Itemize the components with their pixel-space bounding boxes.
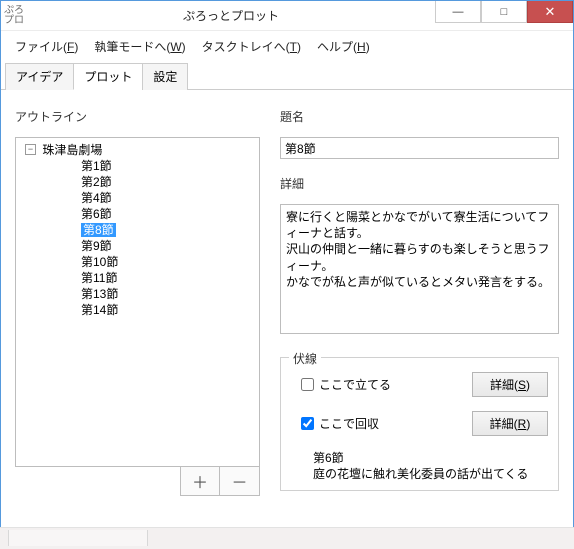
menu-tasktray[interactable]: タスクトレイへ(T) xyxy=(196,35,307,58)
close-button[interactable]: ✕ xyxy=(527,1,573,23)
tree-item[interactable]: 第13節 xyxy=(29,286,258,302)
foreshadow-note-title: 第6節 xyxy=(313,450,548,466)
tab-strip: アイデア プロット 設定 xyxy=(1,62,573,90)
foreshadow-group: 伏線 ここで立てる 詳細(S) ここで回収 詳細(R) 第6節 庭の花壇に触れ美… xyxy=(280,357,559,491)
remove-node-button[interactable]: － xyxy=(220,466,260,496)
tree-item[interactable]: 第6節 xyxy=(29,206,258,222)
tab-plot[interactable]: プロット xyxy=(73,63,143,90)
minimize-button[interactable]: — xyxy=(435,1,481,23)
add-node-button[interactable]: ＋ xyxy=(180,466,220,496)
tree-expander-icon[interactable]: − xyxy=(25,144,36,155)
status-bar xyxy=(0,527,574,549)
detail-textarea[interactable] xyxy=(280,204,559,334)
recover-checkbox-label[interactable]: ここで回収 xyxy=(301,415,379,432)
tree-item[interactable]: 第4節 xyxy=(29,190,258,206)
tree-root-label[interactable]: 珠津島劇場 xyxy=(42,143,102,157)
tree-item[interactable]: 第11節 xyxy=(29,270,258,286)
detail-label: 詳細 xyxy=(280,175,559,192)
tree-item[interactable]: 第1節 xyxy=(29,158,258,174)
tree-item[interactable]: 第10節 xyxy=(29,254,258,270)
tab-settings[interactable]: 設定 xyxy=(142,63,188,90)
menu-write-mode[interactable]: 執筆モードへ(W) xyxy=(88,35,191,58)
tab-idea[interactable]: アイデア xyxy=(5,63,74,90)
plant-detail-button[interactable]: 詳細(S) xyxy=(472,372,548,397)
title-label: 題名 xyxy=(280,108,559,125)
recover-label-text: ここで回収 xyxy=(319,415,379,432)
menu-file[interactable]: ファイル(F) xyxy=(9,35,84,58)
plant-checkbox-label[interactable]: ここで立てる xyxy=(301,376,391,393)
maximize-button[interactable]: □ xyxy=(481,1,527,23)
foreshadow-note-body: 庭の花壇に触れ美化委員の話が出てくる xyxy=(313,466,548,482)
tree-item[interactable]: 第2節 xyxy=(29,174,258,190)
window-title: ぷろっとプロット xyxy=(27,7,435,24)
plant-checkbox[interactable] xyxy=(301,378,314,391)
title-bar: ぷろ プロ ぷろっとプロット — □ ✕ xyxy=(1,1,573,31)
menu-bar: ファイル(F) 執筆モードへ(W) タスクトレイへ(T) ヘルプ(H) xyxy=(1,31,573,62)
outline-label: アウトライン xyxy=(15,108,260,125)
tree-item[interactable]: 第9節 xyxy=(29,238,258,254)
tree-item[interactable]: 第8節 xyxy=(29,222,258,238)
menu-help[interactable]: ヘルプ(H) xyxy=(311,35,376,58)
plant-label-text: ここで立てる xyxy=(319,376,391,393)
foreshadow-legend: 伏線 xyxy=(289,350,321,367)
recover-detail-button[interactable]: 詳細(R) xyxy=(472,411,548,436)
status-cell xyxy=(8,530,148,546)
title-input[interactable] xyxy=(280,137,559,159)
app-icon: ぷろ プロ xyxy=(1,6,27,26)
outline-tree[interactable]: − 珠津島劇場 第1節第2節第4節第6節第8節第9節第10節第11節第13節第1… xyxy=(15,137,260,467)
tree-item[interactable]: 第14節 xyxy=(29,302,258,318)
recover-checkbox[interactable] xyxy=(301,417,314,430)
